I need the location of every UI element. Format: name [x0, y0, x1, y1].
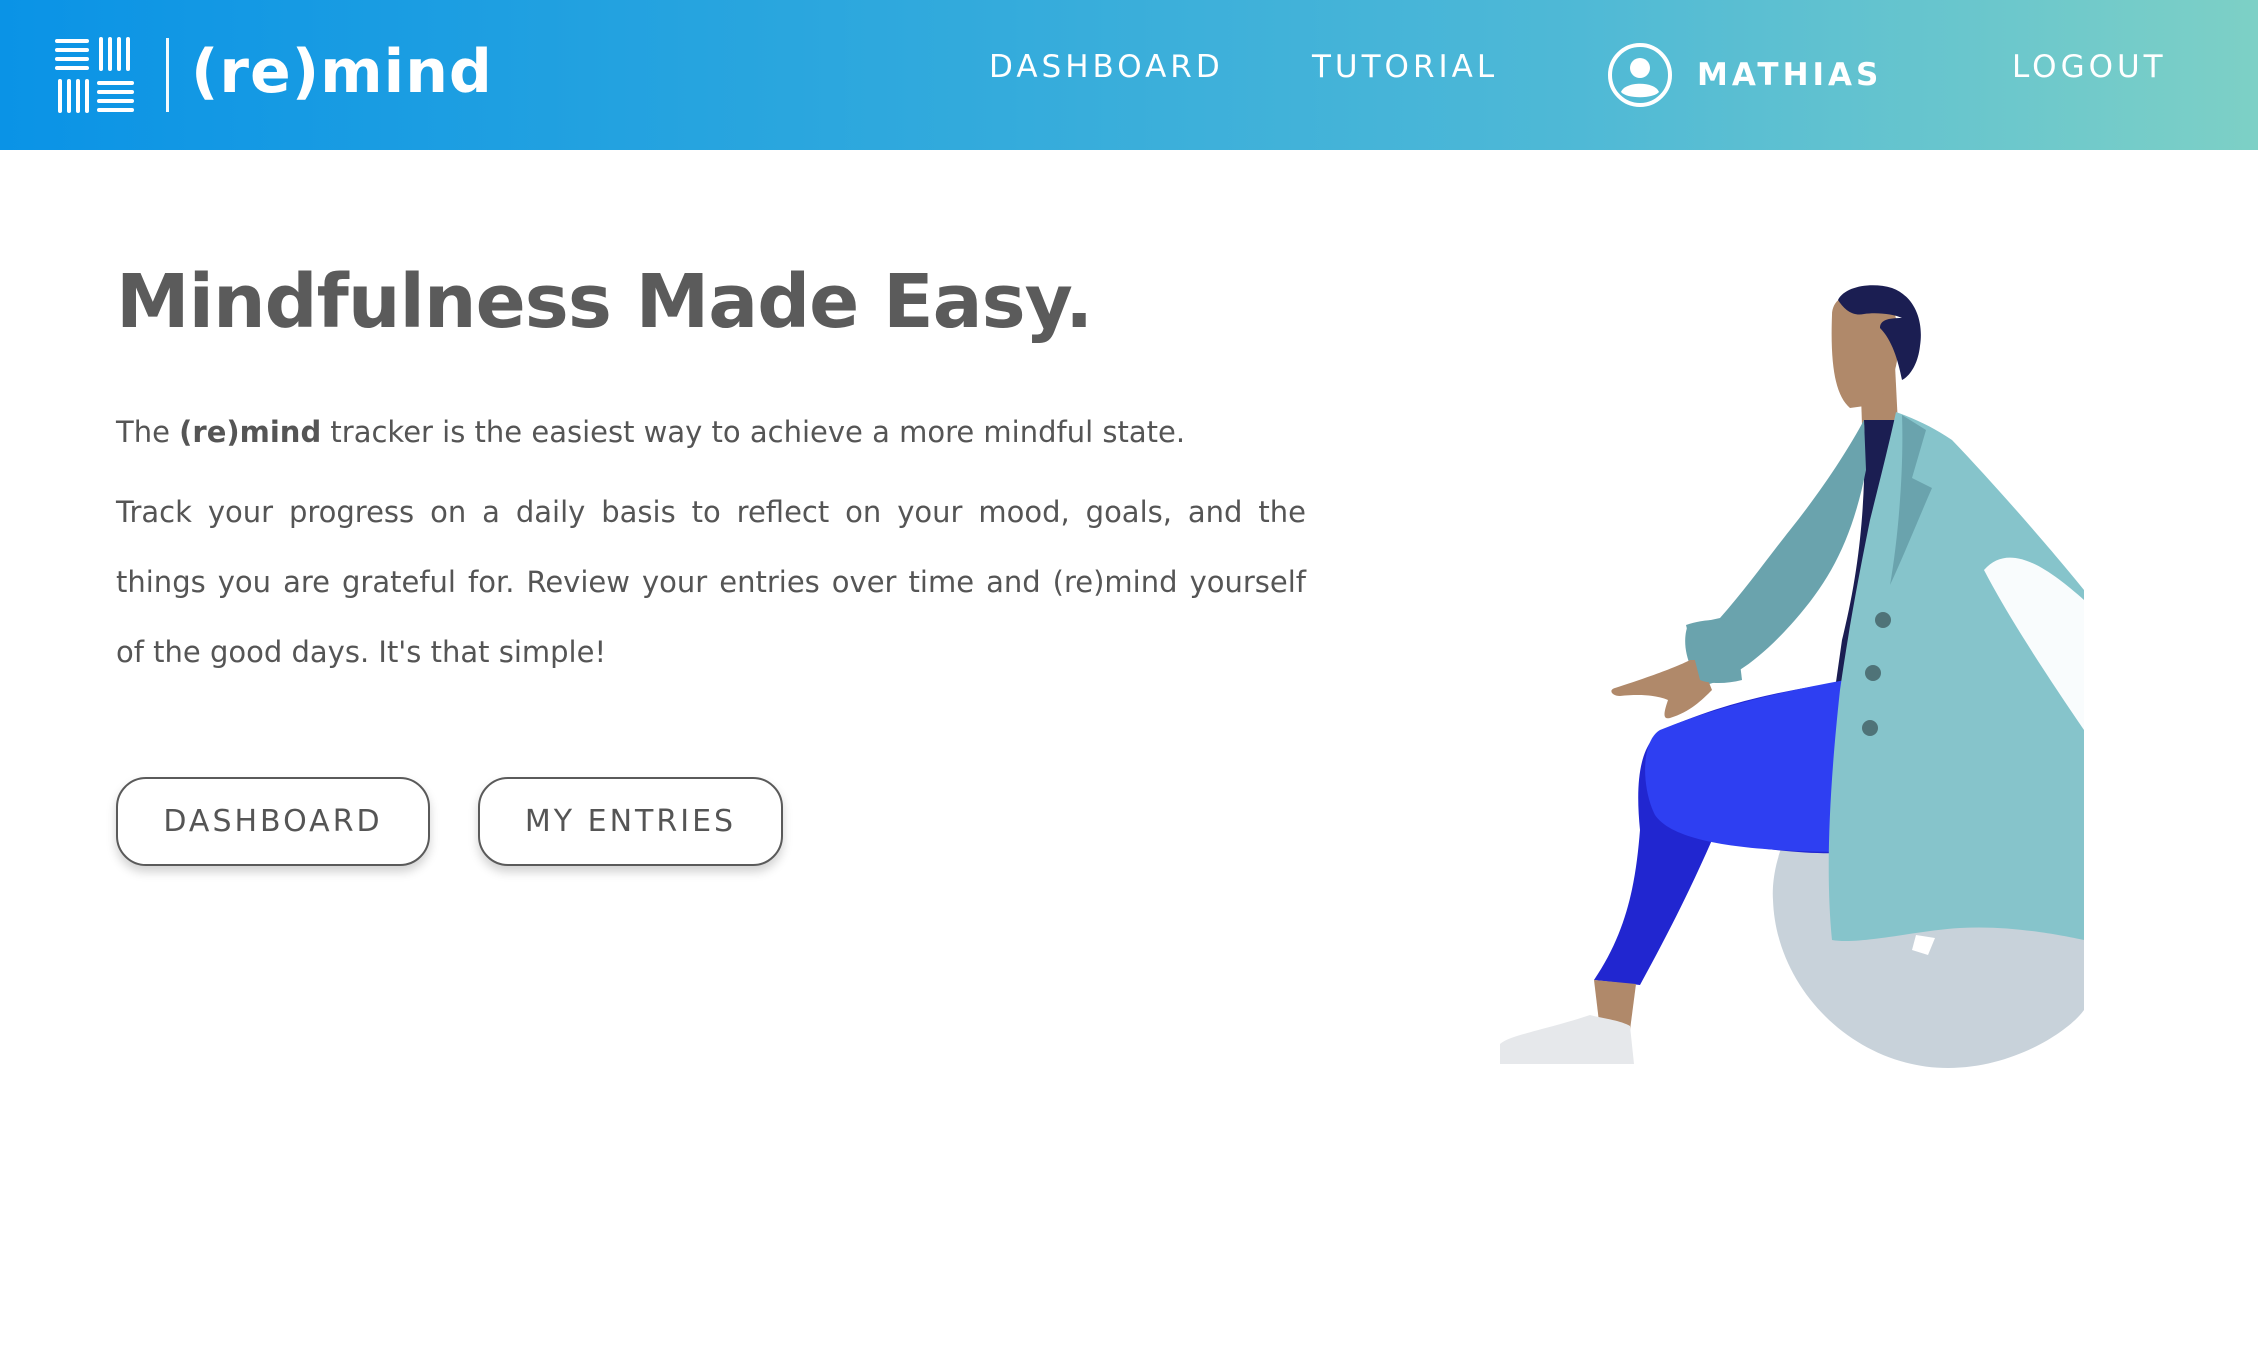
nav-tutorial-link[interactable]: TUTORIAL: [1312, 52, 1498, 83]
my-entries-button[interactable]: MY ENTRIES: [478, 777, 783, 866]
user-avatar-icon: [1608, 43, 1672, 107]
page-title: Mindfulness Made Easy.: [116, 259, 1093, 345]
intro-suffix: tracker is the easiest way to achieve a …: [321, 415, 1186, 449]
user-name: MATHIAS: [1697, 56, 1883, 93]
nav-dashboard-link[interactable]: DASHBOARD: [989, 52, 1224, 83]
nav-logout-link[interactable]: LOGOUT: [2012, 52, 2167, 83]
dashboard-button[interactable]: DASHBOARD: [116, 777, 430, 866]
person-on-exercise-ball-illustration: [1500, 285, 2084, 1068]
brand-logo-link[interactable]: (re)mind: [54, 30, 493, 120]
nav-user-profile[interactable]: MATHIAS: [1607, 42, 1882, 108]
intro-prefix: The: [116, 415, 180, 449]
logo-divider: [166, 38, 169, 112]
hero-description: Track your progress on a daily basis to …: [116, 495, 1306, 669]
remind-logo-icon: [55, 37, 134, 113]
hero-intro: The (re)mind tracker is the easiest way …: [116, 408, 1316, 456]
brand-name: (re)mind: [191, 37, 493, 107]
top-navbar: (re)mind DASHBOARD TUTORIAL MATHIAS LOGO…: [0, 0, 2258, 150]
intro-brand: (re)mind: [179, 415, 322, 449]
